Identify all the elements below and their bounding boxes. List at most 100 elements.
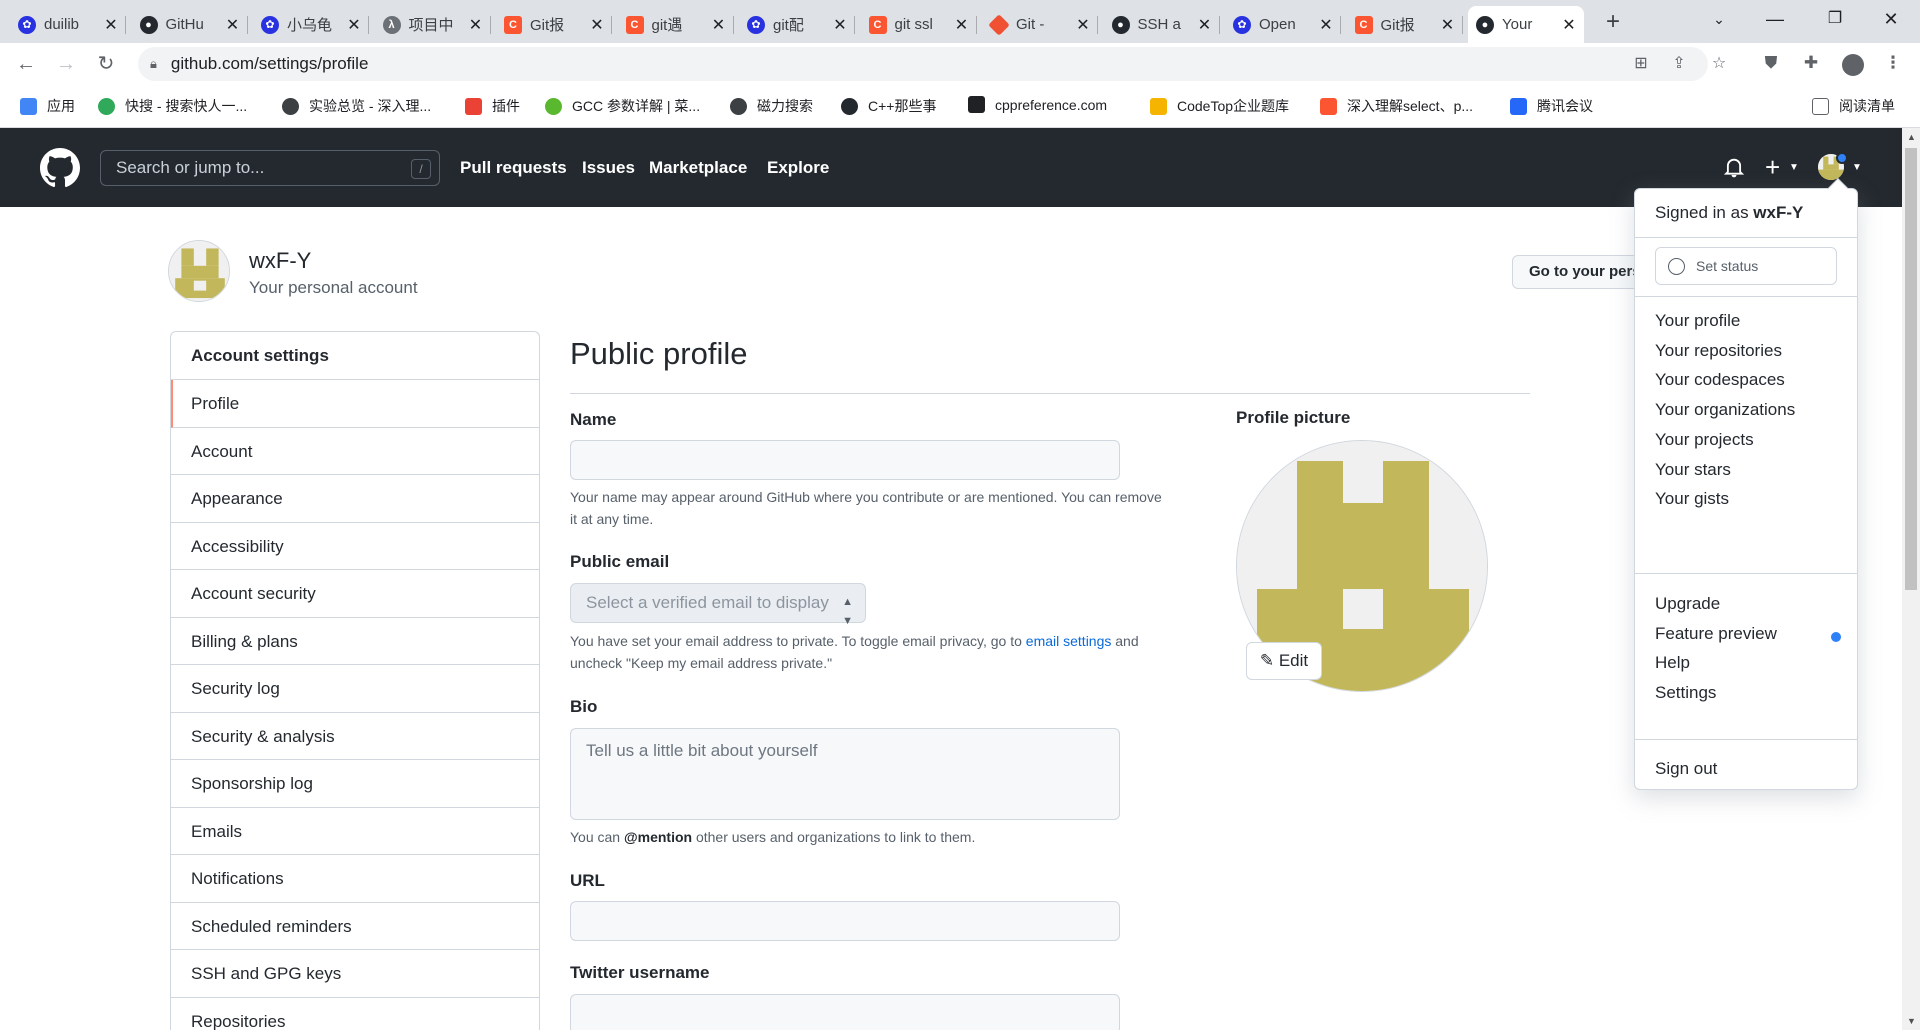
browser-tab[interactable]: ✿ duilib ✕ — [10, 6, 126, 43]
sidebar-item-repositories[interactable]: Repositories — [171, 998, 539, 1030]
bookmark-item[interactable]: GCC 参数详解 | 菜... — [545, 96, 700, 116]
tab-search-chevron-icon[interactable]: ⌄ — [1696, 4, 1742, 34]
bookmark-item[interactable]: 快搜 - 搜索快人一... — [98, 96, 247, 116]
scrollbar-thumb[interactable] — [1905, 148, 1917, 590]
menu-item-your-organizations[interactable]: Your organizations — [1655, 400, 1795, 420]
close-tab-icon[interactable]: ✕ — [590, 15, 604, 35]
back-arrow-icon[interactable]: ← — [12, 50, 40, 78]
chevron-down-icon[interactable]: ▼ — [1789, 162, 1799, 173]
sidebar-item-emails[interactable]: Emails — [171, 808, 539, 855]
translate-icon[interactable]: ⊞ — [1630, 53, 1652, 75]
scroll-up-arrow-icon[interactable]: ▲ — [1907, 132, 1916, 142]
go-to-personal-profile-button[interactable]: Go to your personal profile — [1512, 255, 1642, 289]
bookmark-star-icon[interactable]: ☆ — [1708, 53, 1730, 75]
browser-tab[interactable]: ✿ git配 ✕ — [739, 6, 855, 43]
bookmark-item[interactable]: 实验总览 - 深入理... — [282, 96, 431, 116]
new-tab-button[interactable]: + — [1598, 8, 1628, 36]
menu-item-your-profile[interactable]: Your profile — [1655, 311, 1740, 331]
share-icon[interactable]: ⇪ — [1668, 53, 1690, 75]
close-tab-icon[interactable]: ✕ — [833, 15, 847, 35]
forward-arrow-icon[interactable]: → — [52, 50, 80, 78]
email-settings-link[interactable]: email settings — [1026, 633, 1112, 649]
url-text[interactable]: github.com/settings/profile — [171, 54, 369, 74]
close-tab-icon[interactable]: ✕ — [1441, 15, 1455, 35]
minimize-window-button[interactable]: — — [1752, 4, 1798, 34]
close-tab-icon[interactable]: ✕ — [712, 15, 726, 35]
reading-list[interactable]: 阅读清单 — [1812, 96, 1895, 116]
browser-tab[interactable]: ● SSH a ✕ — [1104, 6, 1220, 43]
github-logo-icon[interactable] — [40, 148, 80, 188]
scroll-down-arrow-icon[interactable]: ▼ — [1907, 1016, 1916, 1026]
user-name[interactable]: wxF-Y — [249, 248, 311, 274]
sign-out-item[interactable]: Sign out — [1655, 759, 1717, 779]
menu-item-settings[interactable]: Settings — [1655, 683, 1716, 703]
menu-item-upgrade[interactable]: Upgrade — [1655, 594, 1720, 614]
bio-textarea[interactable]: Tell us a little bit about yourself — [570, 728, 1120, 820]
close-tab-icon[interactable]: ✕ — [1076, 15, 1090, 35]
bookmark-item[interactable]: 插件 — [465, 96, 520, 116]
twitter-username-field[interactable] — [570, 994, 1120, 1030]
bookmark-item[interactable]: 磁力搜索 — [730, 96, 813, 116]
search-input[interactable]: Search or jump to... / — [100, 150, 440, 186]
menu-item-your-gists[interactable]: Your gists — [1655, 489, 1729, 509]
menu-item-your-repositories[interactable]: Your repositories — [1655, 341, 1782, 361]
sidebar-item-security-analysis[interactable]: Security & analysis — [171, 713, 539, 760]
browser-tab[interactable]: ✿ Open ✕ — [1225, 6, 1341, 43]
sidebar-item-accessibility[interactable]: Accessibility — [171, 523, 539, 570]
bookmark-item[interactable]: 腾讯会议 — [1510, 96, 1593, 116]
extensions-puzzle-icon[interactable]: ✚ — [1800, 53, 1822, 75]
sidebar-item-account-security[interactable]: Account security — [171, 570, 539, 618]
bookmark-item[interactable]: CodeTop企业题库 — [1150, 96, 1289, 116]
edit-profile-picture-button[interactable]: ✎ Edit — [1246, 642, 1322, 680]
browser-tab[interactable]: Git - ✕ — [982, 6, 1098, 43]
page-scrollbar[interactable]: ▲ ▼ — [1902, 128, 1920, 1030]
nav-explore[interactable]: Explore — [767, 158, 829, 178]
sidebar-item-security-log[interactable]: Security log — [171, 665, 539, 713]
menu-item-feature-preview[interactable]: Feature preview — [1655, 624, 1777, 644]
sidebar-item-appearance[interactable]: Appearance — [171, 475, 539, 523]
close-tab-icon[interactable]: ✕ — [469, 15, 483, 35]
close-tab-icon[interactable]: ✕ — [104, 15, 118, 35]
sidebar-item-scheduled-reminders[interactable]: Scheduled reminders — [171, 903, 539, 950]
sidebar-item-profile[interactable]: Profile — [171, 380, 539, 428]
close-tab-icon[interactable]: ✕ — [955, 15, 969, 35]
url-field[interactable] — [570, 901, 1120, 941]
menu-item-your-codespaces[interactable]: Your codespaces — [1655, 370, 1785, 390]
bookmark-item[interactable]: 应用 — [20, 96, 75, 116]
browser-tab[interactable]: Cgit ssl ✕ — [861, 6, 977, 43]
close-tab-icon[interactable]: ✕ — [1319, 15, 1333, 35]
bookmark-item[interactable]: 深入理解select、p... — [1320, 96, 1473, 116]
reload-icon[interactable]: ↻ — [92, 50, 120, 78]
browser-tab[interactable]: ✿ 小乌龟 ✕ — [253, 6, 369, 43]
create-new-plus-icon[interactable]: + — [1765, 152, 1780, 183]
name-field[interactable] — [570, 440, 1120, 480]
sidebar-item-account[interactable]: Account — [171, 428, 539, 475]
sidebar-item-ssh-and-gpg-keys[interactable]: SSH and GPG keys — [171, 950, 539, 998]
shield-extension-icon[interactable]: ⛊ — [1760, 53, 1782, 75]
menu-item-your-projects[interactable]: Your projects — [1655, 430, 1754, 450]
close-window-button[interactable]: ✕ — [1868, 4, 1914, 34]
menu-item-your-stars[interactable]: Your stars — [1655, 460, 1731, 480]
browser-tab[interactable]: ● Your ✕ — [1468, 6, 1584, 43]
browser-menu-icon[interactable]: ⋮ — [1882, 53, 1904, 75]
nav-issues[interactable]: Issues — [582, 158, 635, 178]
sidebar-item-sponsorship-log[interactable]: Sponsorship log — [171, 760, 539, 808]
browser-tab[interactable]: λ 项目中 ✕ — [375, 6, 491, 43]
avatar-chevron-down-icon[interactable]: ▼ — [1852, 162, 1862, 173]
close-tab-icon[interactable]: ✕ — [1562, 15, 1576, 35]
browser-tab[interactable]: Cgit遇 ✕ — [618, 6, 734, 43]
address-bar[interactable]: 🔒︎ github.com/settings/profile ⊞ ⇪ ☆ — [138, 47, 1726, 81]
set-status-button[interactable]: Set status — [1655, 247, 1837, 285]
nav-pull-requests[interactable]: Pull requests — [460, 158, 567, 178]
public-email-select[interactable]: Select a verified email to display ▲ ▼ — [570, 583, 866, 627]
close-tab-icon[interactable]: ✕ — [226, 15, 240, 35]
notifications-bell-icon[interactable] — [1724, 156, 1744, 178]
close-tab-icon[interactable]: ✕ — [1198, 15, 1212, 35]
user-avatar[interactable] — [168, 240, 230, 302]
menu-item-help[interactable]: Help — [1655, 653, 1690, 673]
browser-tab[interactable]: C Git报 ✕ — [496, 6, 612, 43]
bookmark-item[interactable]: C++那些事 — [841, 96, 936, 116]
bookmark-item[interactable]: cppreference.com — [968, 96, 1107, 113]
sidebar-item-billing-plans[interactable]: Billing & plans — [171, 618, 539, 665]
close-tab-icon[interactable]: ✕ — [347, 15, 361, 35]
